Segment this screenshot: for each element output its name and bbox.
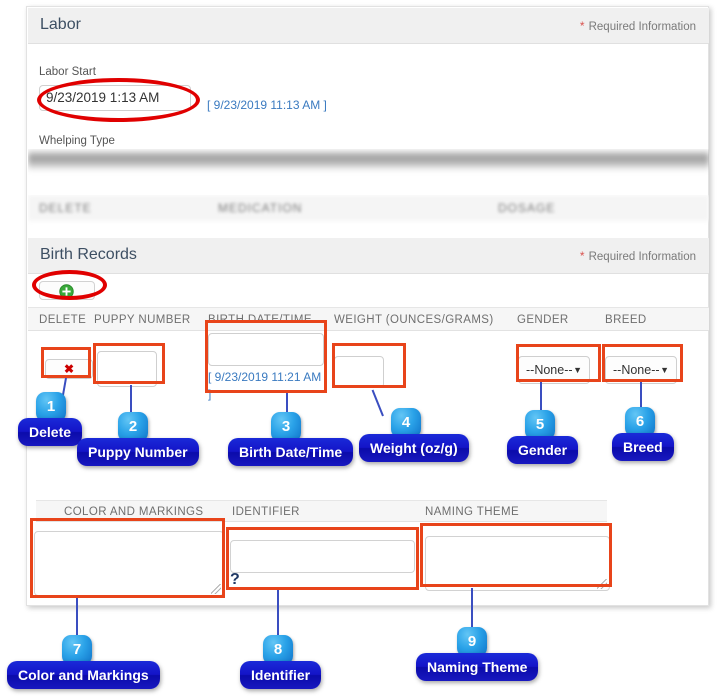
- delete-row-button[interactable]: ✖: [45, 359, 93, 379]
- required-asterisk-icon: *: [579, 19, 585, 33]
- callout-label-6: Breed: [612, 433, 674, 461]
- puppy-number-input[interactable]: [97, 351, 157, 387]
- labor-required-info-text: Required Information: [588, 21, 696, 33]
- column-header-weight: WEIGHT (OUNCES/GRAMS): [334, 314, 494, 326]
- add-birth-record-button[interactable]: [39, 281, 95, 300]
- birth-records-section-header: Birth Records * Required Information: [28, 238, 709, 274]
- obscured-medication-grid-header: DELETE MEDICATION DOSAGE: [28, 195, 709, 225]
- birth-records-section-title: Birth Records: [40, 246, 137, 263]
- identifier-help-icon[interactable]: ?: [230, 571, 240, 589]
- callout-label-3: Birth Date/Time: [228, 438, 354, 466]
- gender-select-value: --None--: [526, 363, 573, 377]
- birth-records-required-info: * Required Information: [580, 249, 696, 263]
- labor-start-input[interactable]: 9/23/2019 1:13 AM: [39, 85, 191, 111]
- column-header-naming-theme: NAMING THEME: [425, 506, 520, 518]
- chevron-down-icon-breed: ▼: [660, 365, 669, 375]
- callout-label-7: Color and Markings: [7, 661, 160, 689]
- labor-required-info: * Required Information: [580, 19, 696, 33]
- labor-start-hint: [ 9/23/2019 11:13 AM ]: [207, 98, 327, 112]
- callout-label-1: Delete: [18, 418, 83, 446]
- obscured-column-medication: MEDICATION: [218, 201, 303, 215]
- column-header-puppy-number: PUPPY NUMBER: [94, 314, 191, 326]
- leader-line-9: [471, 588, 473, 628]
- leader-line-8: [277, 590, 279, 638]
- callout-label-8: Identifier: [240, 661, 322, 689]
- callout-label-9: Naming Theme: [416, 653, 539, 681]
- callout-label-2: Puppy Number: [77, 438, 199, 466]
- required-asterisk-icon-2: *: [579, 249, 585, 263]
- labor-section-title: Labor: [40, 16, 81, 33]
- breed-select[interactable]: --None-- ▼: [605, 356, 677, 384]
- chevron-down-icon-gender: ▼: [573, 365, 582, 375]
- column-header-breed: BREED: [605, 314, 647, 326]
- birth-datetime-hint: [ 9/23/2019 11:21 AM ]: [208, 370, 322, 401]
- leader-line-2: [130, 385, 132, 415]
- column-header-color-and-markings: COLOR AND MARKINGS: [64, 506, 204, 518]
- whelping-type-label: Whelping Type: [39, 135, 115, 147]
- birth-records-required-info-text: Required Information: [588, 251, 696, 263]
- breed-select-value: --None--: [613, 363, 660, 377]
- gender-select[interactable]: --None-- ▼: [518, 356, 590, 384]
- column-header-gender: GENDER: [517, 314, 569, 326]
- obscured-column-delete: DELETE: [39, 201, 92, 215]
- whelping-form-card: Labor * Required Information Labor Start …: [26, 6, 709, 606]
- birth-datetime-input[interactable]: [208, 333, 324, 366]
- naming-theme-textarea[interactable]: [425, 536, 610, 591]
- identifier-input[interactable]: [230, 540, 415, 573]
- plus-icon: [59, 284, 74, 299]
- obscured-column-dosage: DOSAGE: [498, 201, 556, 215]
- weight-input[interactable]: [334, 356, 384, 388]
- birth-records-grid-header-2: COLOR AND MARKINGS IDENTIFIER NAMING THE…: [36, 500, 607, 522]
- column-header-birth-datetime: BIRTH DATE/TIME: [208, 314, 312, 326]
- resize-grip-icon-color[interactable]: [211, 584, 221, 594]
- callout-label-4: Weight (oz/g): [359, 434, 469, 462]
- labor-section-header: Labor * Required Information: [28, 8, 709, 44]
- column-header-delete: DELETE: [39, 314, 87, 326]
- birth-records-grid-header: DELETE PUPPY NUMBER BIRTH DATE/TIME WEIG…: [28, 307, 709, 331]
- callout-label-5: Gender: [507, 436, 579, 464]
- leader-line-7: [76, 598, 78, 638]
- resize-grip-icon-naming[interactable]: [597, 579, 607, 589]
- color-and-markings-textarea[interactable]: [34, 531, 224, 596]
- column-header-identifier: IDENTIFIER: [232, 506, 300, 518]
- obscured-whelping-type-region: [28, 149, 709, 183]
- labor-start-label: Labor Start: [39, 66, 96, 78]
